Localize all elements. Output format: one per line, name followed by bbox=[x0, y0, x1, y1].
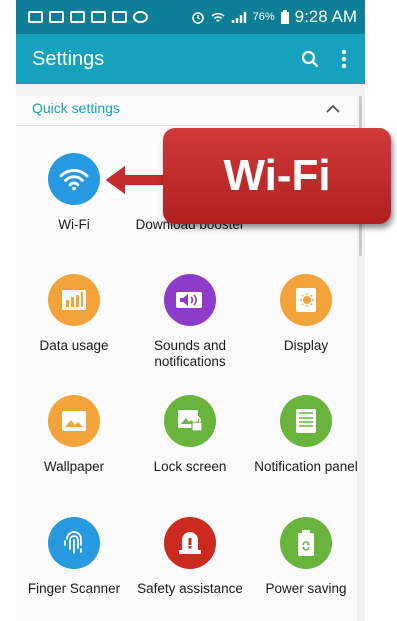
data-usage-icon bbox=[62, 290, 86, 310]
safety-circle bbox=[164, 517, 216, 569]
alarm-icon bbox=[191, 12, 204, 24]
tile-label: Sounds and notifications bbox=[153, 338, 227, 369]
wifi-status-icon bbox=[211, 12, 225, 22]
lock-screen-icon bbox=[178, 410, 203, 432]
tile-wallpaper[interactable]: Wallpaper bbox=[16, 395, 132, 475]
wallpaper-icon bbox=[62, 411, 86, 431]
tile-notification-panel[interactable]: Notification panel bbox=[248, 395, 364, 475]
notification-panel-icon bbox=[296, 409, 316, 433]
battery-status-icon bbox=[280, 10, 289, 24]
lock-screen-circle bbox=[164, 395, 216, 447]
page-title: Settings bbox=[32, 47, 105, 70]
divider bbox=[16, 125, 357, 126]
battery-icon bbox=[298, 530, 314, 556]
tile-label: Finger Scanner bbox=[27, 581, 121, 596]
safety-icon bbox=[179, 532, 201, 554]
fingerprint-icon bbox=[64, 531, 82, 554]
tile-label: Display bbox=[283, 338, 329, 353]
tile-label: Power saving bbox=[265, 581, 347, 596]
tile-label: Wallpaper bbox=[43, 459, 105, 474]
signal-icon bbox=[231, 12, 246, 23]
section-title: Quick settings bbox=[32, 100, 120, 116]
app-bar: Settings bbox=[16, 34, 365, 84]
system-icons: 76% 9:28 AM bbox=[191, 7, 365, 27]
power-saving-circle bbox=[280, 517, 332, 569]
sounds-circle bbox=[164, 274, 216, 326]
message-icon bbox=[28, 11, 43, 23]
finger-scanner-circle bbox=[48, 517, 100, 569]
volume-icon bbox=[176, 292, 202, 308]
collapse-button[interactable] bbox=[323, 98, 343, 118]
wallpaper-circle bbox=[48, 395, 100, 447]
tile-sounds-notifications[interactable]: Sounds and notifications bbox=[132, 274, 248, 370]
gallery-icon bbox=[70, 11, 85, 23]
pause-icon bbox=[49, 11, 64, 23]
tile-lock-screen[interactable]: Lock screen bbox=[132, 395, 248, 475]
tile-label: Notification panel bbox=[254, 459, 358, 474]
wifi-callout: Wi-Fi bbox=[163, 128, 391, 224]
battery-percent: 76% bbox=[252, 11, 275, 23]
more-options-icon[interactable] bbox=[341, 49, 347, 69]
display-icon bbox=[296, 288, 316, 312]
callout-arrow-icon bbox=[102, 162, 170, 198]
chevron-up-icon bbox=[326, 104, 340, 113]
tile-display[interactable]: Display bbox=[248, 274, 364, 354]
app-icon bbox=[133, 11, 148, 23]
tile-label: Data usage bbox=[39, 338, 109, 353]
tile-finger-scanner[interactable]: Finger Scanner bbox=[16, 517, 132, 597]
status-bar: 76% 9:28 AM bbox=[16, 0, 365, 34]
tile-safety-assistance[interactable]: Safety assistance bbox=[132, 517, 248, 597]
phone-screen: 76% 9:28 AM Settings Quick settings Wi-F… bbox=[16, 0, 365, 621]
email-icon bbox=[112, 11, 127, 23]
wifi-circle bbox=[48, 153, 100, 205]
clock: 9:28 AM bbox=[294, 7, 357, 26]
callout-text: Wi-Fi bbox=[223, 151, 331, 200]
tile-label: Lock screen bbox=[153, 459, 227, 474]
display-circle bbox=[280, 274, 332, 326]
missed-call-icon bbox=[91, 11, 106, 23]
tile-data-usage[interactable]: Data usage bbox=[16, 274, 132, 354]
search-icon[interactable] bbox=[301, 50, 319, 68]
notification-icons bbox=[16, 11, 148, 23]
tile-label: Safety assistance bbox=[137, 581, 243, 596]
notification-panel-circle bbox=[280, 395, 332, 447]
tile-label: Wi-Fi bbox=[58, 217, 90, 232]
wifi-icon bbox=[59, 169, 89, 191]
tile-power-saving[interactable]: Power saving bbox=[248, 517, 364, 597]
data-usage-circle bbox=[48, 274, 100, 326]
